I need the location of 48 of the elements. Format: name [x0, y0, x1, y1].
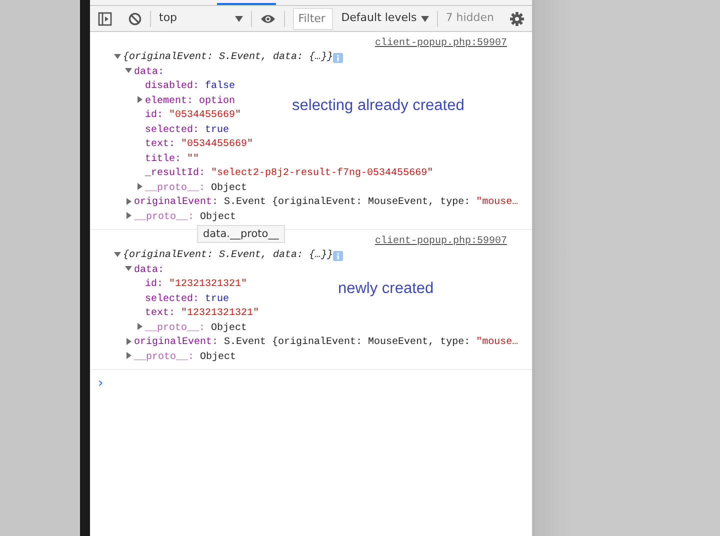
collapsed-arrow-icon[interactable] — [125, 336, 132, 346]
collapsed-arrow-icon[interactable] — [136, 182, 143, 192]
hidden-count: 7 hidden — [446, 10, 494, 26]
source-link[interactable]: client-popup.php:59907 — [374, 38, 532, 49]
caret-icon[interactable] — [420, 16, 429, 22]
property-line: text: "0534455669" — [145, 139, 254, 150]
tooltip: data.__proto__ — [197, 225, 285, 243]
collapsed-arrow-icon[interactable] — [136, 322, 143, 332]
property-line: disabled: false — [145, 81, 236, 92]
collapsed-arrow-icon[interactable] — [125, 351, 132, 360]
property-line: title: "" — [145, 154, 200, 164]
expanded-arrow-icon[interactable] — [114, 52, 121, 61]
object-summary[interactable]: {originalEvent: S.Event, data: {…}} — [123, 249, 334, 264]
expanded-arrow-icon[interactable] — [114, 250, 121, 259]
property-line[interactable]: data: — [134, 66, 164, 78]
property-line[interactable]: __proto__: Object — [145, 182, 248, 194]
settings-icon[interactable] — [510, 12, 524, 26]
prompt-caret[interactable]: › — [90, 376, 104, 391]
property-line[interactable]: originalEvent: S.Event {originalEvent: MouseEvent, type: "mouse… — [134, 197, 518, 208]
collapsed-arrow-icon[interactable] — [125, 211, 132, 220]
annotation-text: selecting already created — [292, 96, 464, 116]
eye-icon[interactable] — [260, 12, 276, 24]
property-line: text: "12321321321" — [145, 308, 260, 319]
collapsed-arrow-icon[interactable] — [125, 196, 132, 206]
property-line[interactable]: data: — [134, 264, 164, 276]
property-line: id: "12321321321" — [145, 279, 248, 290]
property-line[interactable]: originalEvent: S.Event {originalEvent: MouseEvent, type: "mouse… — [134, 337, 518, 348]
context-select[interactable]: top — [159, 10, 178, 27]
property-line[interactable]: __proto__: Object — [134, 352, 236, 362]
tab-indicator — [217, 3, 276, 5]
property-line: selected: true — [145, 124, 230, 136]
property-line: selected: true — [145, 294, 230, 304]
annotation-text: newly created — [338, 279, 434, 299]
expanded-arrow-icon[interactable] — [125, 66, 132, 76]
expanded-arrow-icon[interactable] — [125, 264, 132, 274]
caret-icon[interactable] — [235, 16, 244, 22]
property-line[interactable]: element: option — [145, 96, 236, 106]
block-icon[interactable] — [128, 12, 142, 26]
object-summary[interactable]: {originalEvent: S.Event, data: {…}} — [123, 51, 334, 66]
sidebar-toggle-icon[interactable] — [98, 12, 112, 26]
property-line: _resultId: "select2-p8j2-result-f7ng-0534455669" — [145, 168, 434, 179]
collapsed-arrow-icon[interactable] — [136, 95, 143, 104]
property-line: id: "0534455669" — [145, 110, 242, 121]
levels-dropdown[interactable]: Default levels — [341, 10, 417, 27]
property-line[interactable]: __proto__: Object — [145, 322, 248, 334]
property-line[interactable]: __proto__: Object — [134, 212, 236, 222]
source-link[interactable]: client-popup.php:59907 — [374, 236, 532, 247]
filter-field[interactable]: Filter — [293, 8, 334, 30]
